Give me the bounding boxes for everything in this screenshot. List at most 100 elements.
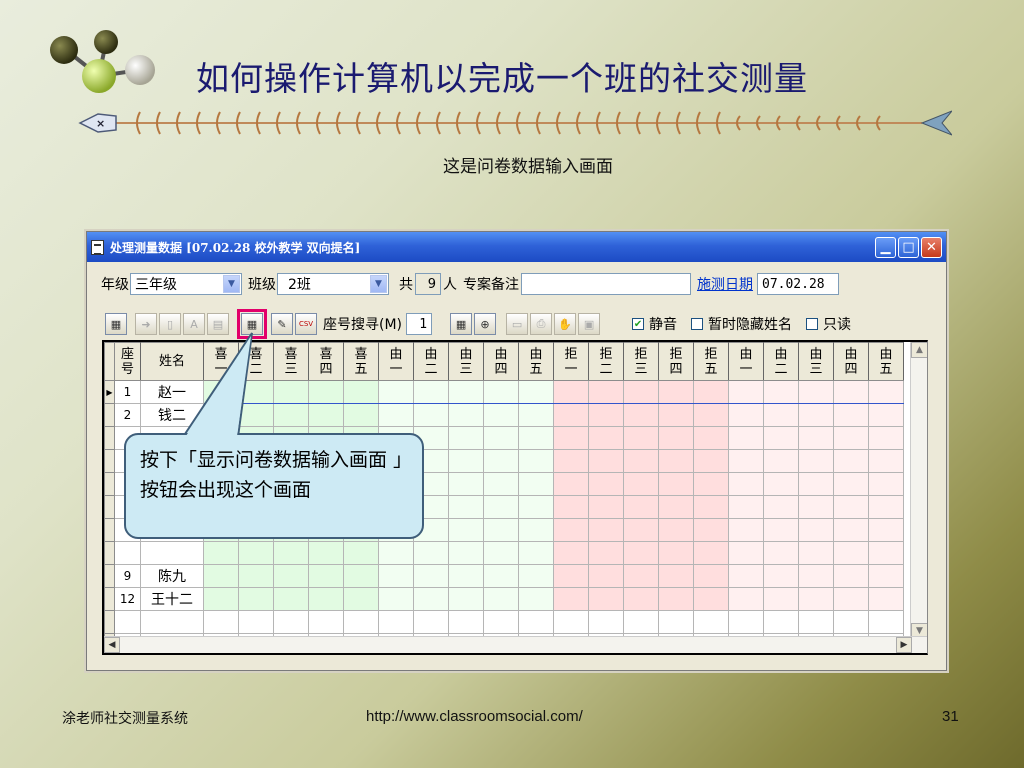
nomination-cell[interactable] bbox=[868, 518, 904, 542]
nomination-cell[interactable] bbox=[728, 587, 764, 611]
column-header[interactable]: 拒三 bbox=[623, 342, 659, 381]
nomination-cell[interactable] bbox=[378, 610, 414, 634]
nomination-cell[interactable] bbox=[693, 380, 729, 404]
nomination-cell[interactable] bbox=[623, 403, 659, 427]
nomination-cell[interactable] bbox=[658, 472, 694, 496]
student-name-cell[interactable] bbox=[140, 541, 204, 565]
nomination-cell[interactable] bbox=[658, 610, 694, 634]
nomination-cell[interactable] bbox=[763, 426, 799, 450]
calculator-icon[interactable]: ▤ bbox=[207, 313, 229, 335]
grid-view-icon[interactable]: ▦ bbox=[105, 313, 127, 335]
nomination-cell[interactable] bbox=[518, 541, 554, 565]
nomination-cell[interactable] bbox=[378, 564, 414, 588]
nomination-cell[interactable] bbox=[203, 380, 239, 404]
column-header[interactable]: 由五 bbox=[868, 342, 904, 381]
nomination-cell[interactable] bbox=[343, 380, 379, 404]
sociogram-icon[interactable]: ⊕ bbox=[474, 313, 497, 335]
nomination-cell[interactable] bbox=[728, 610, 764, 634]
nomination-cell[interactable] bbox=[833, 426, 869, 450]
nomination-cell[interactable] bbox=[518, 495, 554, 519]
nomination-cell[interactable] bbox=[623, 426, 659, 450]
nomination-cell[interactable] bbox=[763, 472, 799, 496]
text-icon[interactable]: A bbox=[183, 313, 205, 335]
nomination-cell[interactable] bbox=[413, 587, 449, 611]
nomination-cell[interactable] bbox=[833, 564, 869, 588]
nomination-cell[interactable] bbox=[833, 449, 869, 473]
class-select[interactable]: 2班 ▼ bbox=[277, 273, 389, 295]
seat-search-input[interactable]: 1 bbox=[406, 313, 433, 335]
nomination-cell[interactable] bbox=[658, 495, 694, 519]
table-row[interactable]: 12 王十二 bbox=[104, 587, 904, 611]
column-header[interactable]: 由三 bbox=[798, 342, 834, 381]
nomination-cell[interactable] bbox=[553, 380, 589, 404]
nomination-cell[interactable] bbox=[448, 449, 484, 473]
nomination-cell[interactable] bbox=[833, 472, 869, 496]
nomination-cell[interactable] bbox=[518, 380, 554, 404]
seat-number-cell[interactable]: 2 bbox=[114, 403, 141, 427]
nomination-cell[interactable] bbox=[728, 564, 764, 588]
nomination-cell[interactable] bbox=[553, 587, 589, 611]
student-name-cell[interactable]: 赵一 bbox=[140, 380, 204, 404]
nomination-cell[interactable] bbox=[588, 449, 624, 473]
nomination-cell[interactable] bbox=[623, 472, 659, 496]
nomination-cell[interactable] bbox=[588, 587, 624, 611]
nomination-cell[interactable] bbox=[588, 541, 624, 565]
document-icon[interactable]: ▯ bbox=[159, 313, 181, 335]
student-name-cell[interactable]: 钱二 bbox=[140, 403, 204, 427]
nomination-cell[interactable] bbox=[553, 541, 589, 565]
table-row[interactable]: 2 钱二 bbox=[104, 403, 904, 427]
nomination-cell[interactable] bbox=[798, 449, 834, 473]
vertical-scrollbar[interactable]: ▲ ▼ bbox=[910, 342, 927, 641]
nomination-cell[interactable] bbox=[588, 495, 624, 519]
nomination-cell[interactable] bbox=[308, 403, 344, 427]
student-name-cell[interactable]: 陈九 bbox=[140, 564, 204, 588]
nomination-cell[interactable] bbox=[693, 518, 729, 542]
nomination-cell[interactable] bbox=[868, 587, 904, 611]
nomination-cell[interactable] bbox=[448, 380, 484, 404]
column-header[interactable]: 喜三 bbox=[273, 342, 309, 381]
nomination-cell[interactable] bbox=[553, 449, 589, 473]
nomination-cell[interactable] bbox=[518, 472, 554, 496]
nomination-cell[interactable] bbox=[203, 541, 239, 565]
nomination-cell[interactable] bbox=[868, 541, 904, 565]
seat-number-cell[interactable] bbox=[114, 610, 141, 634]
nomination-cell[interactable] bbox=[763, 610, 799, 634]
nomination-cell[interactable] bbox=[413, 403, 449, 427]
nomination-cell[interactable] bbox=[378, 380, 414, 404]
nomination-cell[interactable] bbox=[448, 587, 484, 611]
csv-export-button[interactable]: CSV bbox=[295, 313, 317, 335]
nomination-cell[interactable] bbox=[763, 449, 799, 473]
nomination-cell[interactable] bbox=[343, 564, 379, 588]
copy-icon[interactable]: ▭ bbox=[506, 313, 529, 335]
scroll-left-icon[interactable]: ◀ bbox=[104, 637, 120, 653]
nomination-cell[interactable] bbox=[483, 449, 519, 473]
nomination-cell[interactable] bbox=[238, 587, 274, 611]
nomination-cell[interactable] bbox=[518, 564, 554, 588]
nomination-cell[interactable] bbox=[483, 495, 519, 519]
hand-icon[interactable]: ✋ bbox=[554, 313, 577, 335]
nomination-cell[interactable] bbox=[868, 449, 904, 473]
column-header[interactable]: 由一 bbox=[378, 342, 414, 381]
nomination-cell[interactable] bbox=[693, 495, 729, 519]
nomination-cell[interactable] bbox=[378, 541, 414, 565]
notes-input[interactable] bbox=[521, 273, 691, 295]
nomination-cell[interactable] bbox=[763, 587, 799, 611]
nomination-cell[interactable] bbox=[798, 472, 834, 496]
nomination-cell[interactable] bbox=[378, 587, 414, 611]
nomination-cell[interactable] bbox=[693, 541, 729, 565]
date-link[interactable]: 施测日期 bbox=[697, 274, 753, 294]
nomination-cell[interactable] bbox=[833, 495, 869, 519]
nomination-cell[interactable] bbox=[553, 610, 589, 634]
nomination-cell[interactable] bbox=[343, 610, 379, 634]
column-header[interactable]: 由四 bbox=[833, 342, 869, 381]
column-header[interactable]: 姓名 bbox=[140, 342, 204, 381]
pages-icon[interactable]: ▣ bbox=[578, 313, 601, 335]
nomination-cell[interactable] bbox=[763, 403, 799, 427]
nomination-cell[interactable] bbox=[658, 449, 694, 473]
footer-url[interactable]: http://www.classroomsocial.com/ bbox=[366, 708, 583, 725]
nomination-cell[interactable] bbox=[413, 541, 449, 565]
nomination-cell[interactable] bbox=[798, 541, 834, 565]
nomination-cell[interactable] bbox=[798, 495, 834, 519]
nomination-cell[interactable] bbox=[413, 564, 449, 588]
nomination-cell[interactable] bbox=[448, 472, 484, 496]
